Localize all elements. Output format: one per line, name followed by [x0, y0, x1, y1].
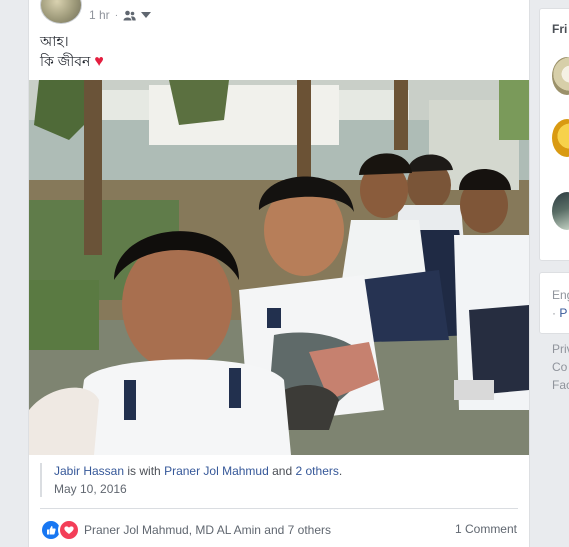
tagged-info: Jabir Hassan is with Praner Jol Mahmud a…: [40, 463, 342, 497]
is-with-text: is with: [127, 464, 161, 478]
tagged-friend-link[interactable]: Praner Jol Mahmud: [164, 464, 269, 478]
post-date[interactable]: May 10, 2016: [54, 481, 342, 497]
friends-panel-title[interactable]: Fri: [552, 22, 567, 36]
post-message: আহ। কি জীবন ♥: [40, 31, 104, 72]
reactions-summary[interactable]: Praner Jol Mahmud, MD AL Amin and 7 othe…: [40, 519, 331, 541]
period-text: .: [338, 464, 343, 478]
engagement-separator: ·: [552, 306, 556, 320]
love-icon: [58, 519, 80, 541]
divider: [40, 508, 518, 509]
friend-avatar[interactable]: [552, 192, 569, 230]
post-meta: 1 hr ·: [89, 7, 152, 23]
author-avatar[interactable]: [40, 0, 82, 24]
engagement-panel: Eng · P: [539, 272, 569, 334]
and-text: and: [272, 464, 293, 478]
post-timestamp[interactable]: 1 hr: [89, 8, 110, 22]
friend-avatar[interactable]: [552, 57, 569, 95]
engagement-subline: · P: [552, 306, 567, 320]
footer-link-cookies[interactable]: Co: [552, 360, 567, 374]
reaction-names[interactable]: Praner Jol Mahmud, MD AL Amin and 7 othe…: [84, 523, 331, 537]
meta-separator: ·: [114, 9, 119, 21]
friend-avatar[interactable]: [552, 119, 569, 157]
post-card: 1 hr · আহ। কি জীবন ♥ Jabir Hassan is wit…: [28, 0, 530, 547]
engagement-link[interactable]: P: [559, 306, 567, 320]
audience-chevron-down-icon[interactable]: [141, 12, 152, 18]
footer-link-privacy[interactable]: Priv: [552, 342, 569, 356]
post-text-line-2: কি জীবন ♥: [40, 51, 104, 72]
footer-link-facebook[interactable]: Fac: [552, 378, 569, 392]
author-link[interactable]: Jabir Hassan: [54, 464, 124, 478]
friends-panel: Fri: [539, 8, 569, 261]
friends-audience-icon[interactable]: [123, 10, 136, 21]
post-text-line-1: আহ।: [40, 33, 69, 49]
others-link[interactable]: 2 others: [296, 464, 339, 478]
comment-count[interactable]: 1 Comment: [455, 522, 517, 536]
group-selfie-image: [29, 80, 529, 455]
heart-icon: ♥: [94, 53, 104, 70]
post-photo[interactable]: [29, 80, 529, 455]
post-text-line-2-text: কি জীবন: [40, 53, 91, 69]
engagement-title: Eng: [552, 288, 569, 302]
